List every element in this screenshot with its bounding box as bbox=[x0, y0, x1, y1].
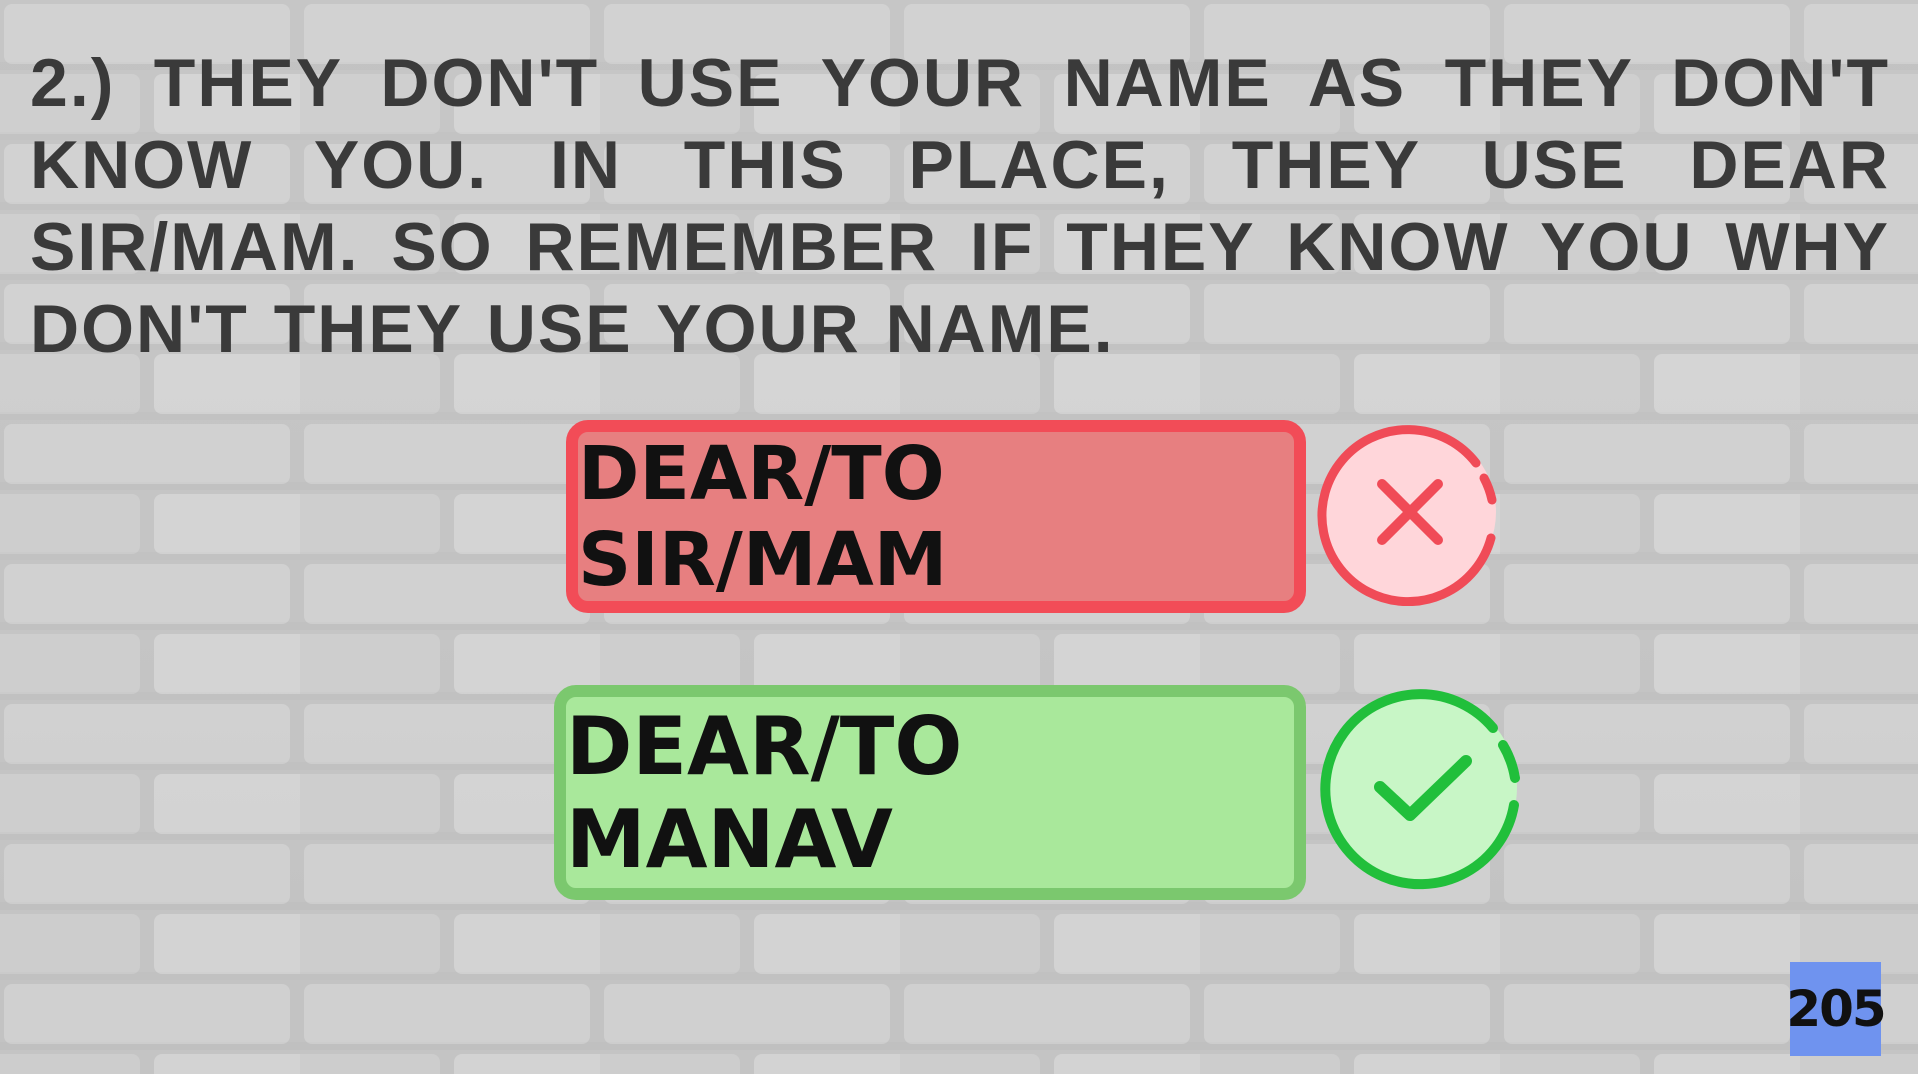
right-example-badge: DEAR/TO MANAV bbox=[554, 685, 1306, 900]
page-number-badge: 205 bbox=[1786, 962, 1887, 1056]
check-icon bbox=[1320, 689, 1520, 890]
x-icon bbox=[1317, 425, 1497, 606]
wrong-example-badge: DEAR/TO SIR/MAM bbox=[566, 420, 1306, 613]
rule-paragraph: 2.) THEY DON'T USE YOUR NAME AS THEY DON… bbox=[30, 45, 1890, 367]
